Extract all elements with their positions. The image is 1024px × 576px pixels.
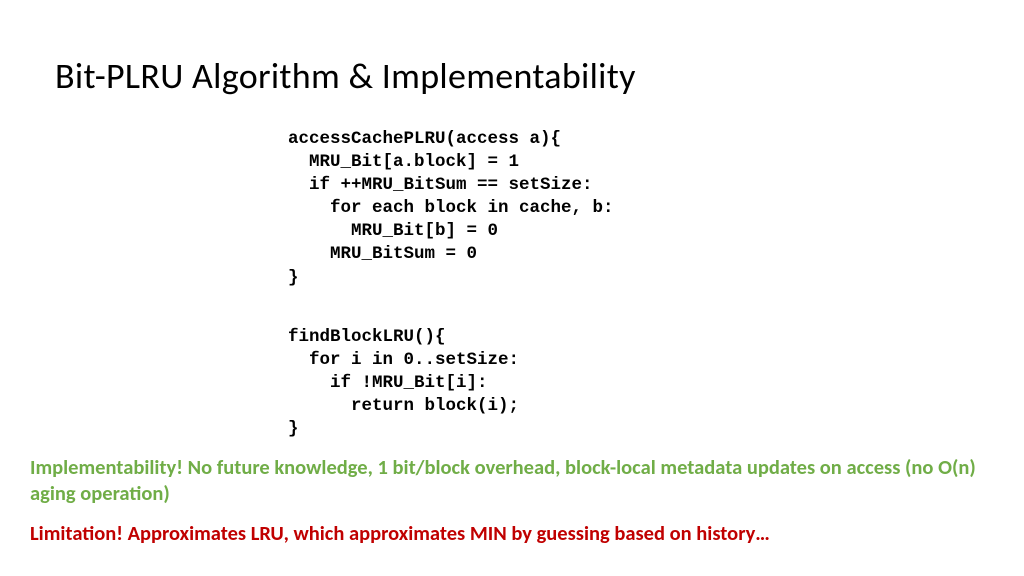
code-block-access: accessCachePLRU(access a){ MRU_Bit[a.blo… [288,128,614,290]
implementability-note: Implementability! No future knowledge, 1… [30,454,994,506]
limitation-note: Limitation! Approximates LRU, which appr… [30,520,994,546]
slide-title: Bit-PLRU Algorithm & Implementability [55,54,636,98]
code-block-find: findBlockLRU(){ for i in 0..setSize: if … [288,326,519,441]
